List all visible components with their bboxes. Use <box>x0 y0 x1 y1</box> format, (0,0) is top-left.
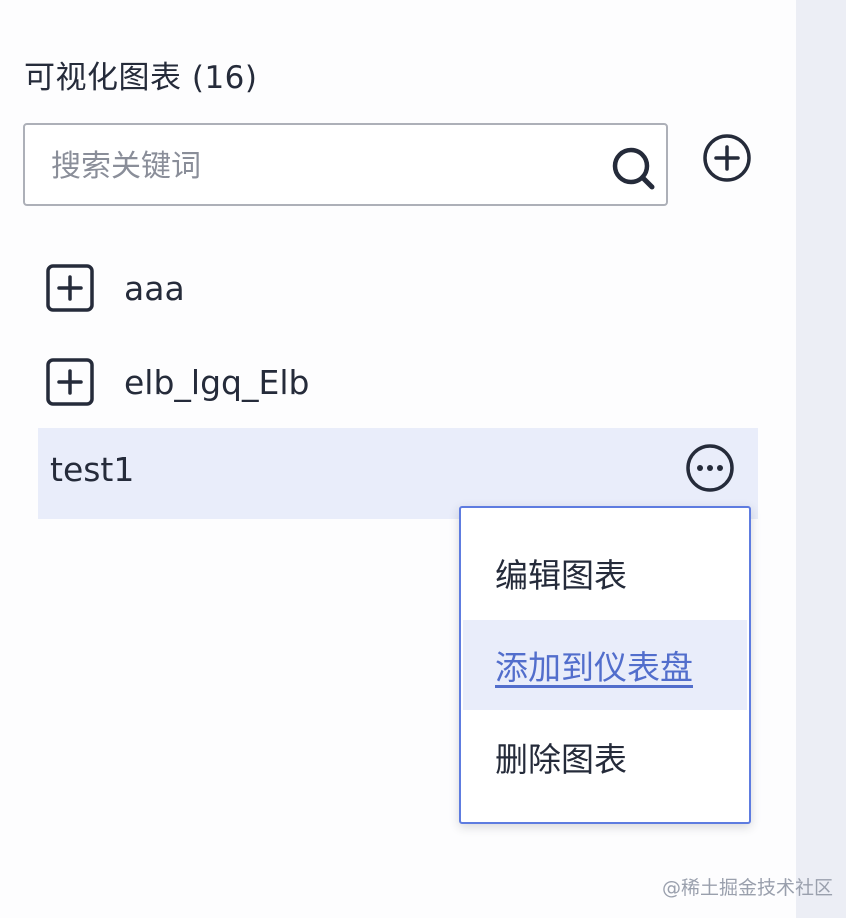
side-divider-strip <box>796 0 846 918</box>
watermark: @稀土掘金技术社区 <box>662 877 834 899</box>
menu-item-add-to-dashboard[interactable]: 添加到仪表盘 <box>463 620 747 710</box>
more-options-icon[interactable] <box>684 442 736 494</box>
menu-item-edit-chart[interactable]: 编辑图表 <box>463 528 747 618</box>
tree-item-aaa[interactable]: aaa <box>46 263 746 313</box>
chart-context-menu: 编辑图表 添加到仪表盘 删除图表 <box>459 506 751 824</box>
tree-item-elb-lgq-elb[interactable]: elb_lgq_Elb <box>46 357 746 407</box>
tree-item-label: elb_lgq_Elb <box>124 362 310 402</box>
chart-list-panel: 可视化图表 (16) aaa elb_lgq_Elb test1 <box>0 0 846 918</box>
tree-item-label: aaa <box>124 268 185 308</box>
plus-square-icon[interactable] <box>46 358 94 406</box>
panel-title: 可视化图表 (16) <box>24 60 258 96</box>
tree-item-label: test1 <box>50 450 135 489</box>
menu-item-delete-chart[interactable]: 删除图表 <box>463 712 747 802</box>
search-input[interactable] <box>49 139 573 193</box>
search-box[interactable] <box>23 123 668 206</box>
plus-square-icon[interactable] <box>46 264 94 312</box>
add-chart-button[interactable] <box>700 131 754 185</box>
search-icon[interactable] <box>610 145 658 193</box>
